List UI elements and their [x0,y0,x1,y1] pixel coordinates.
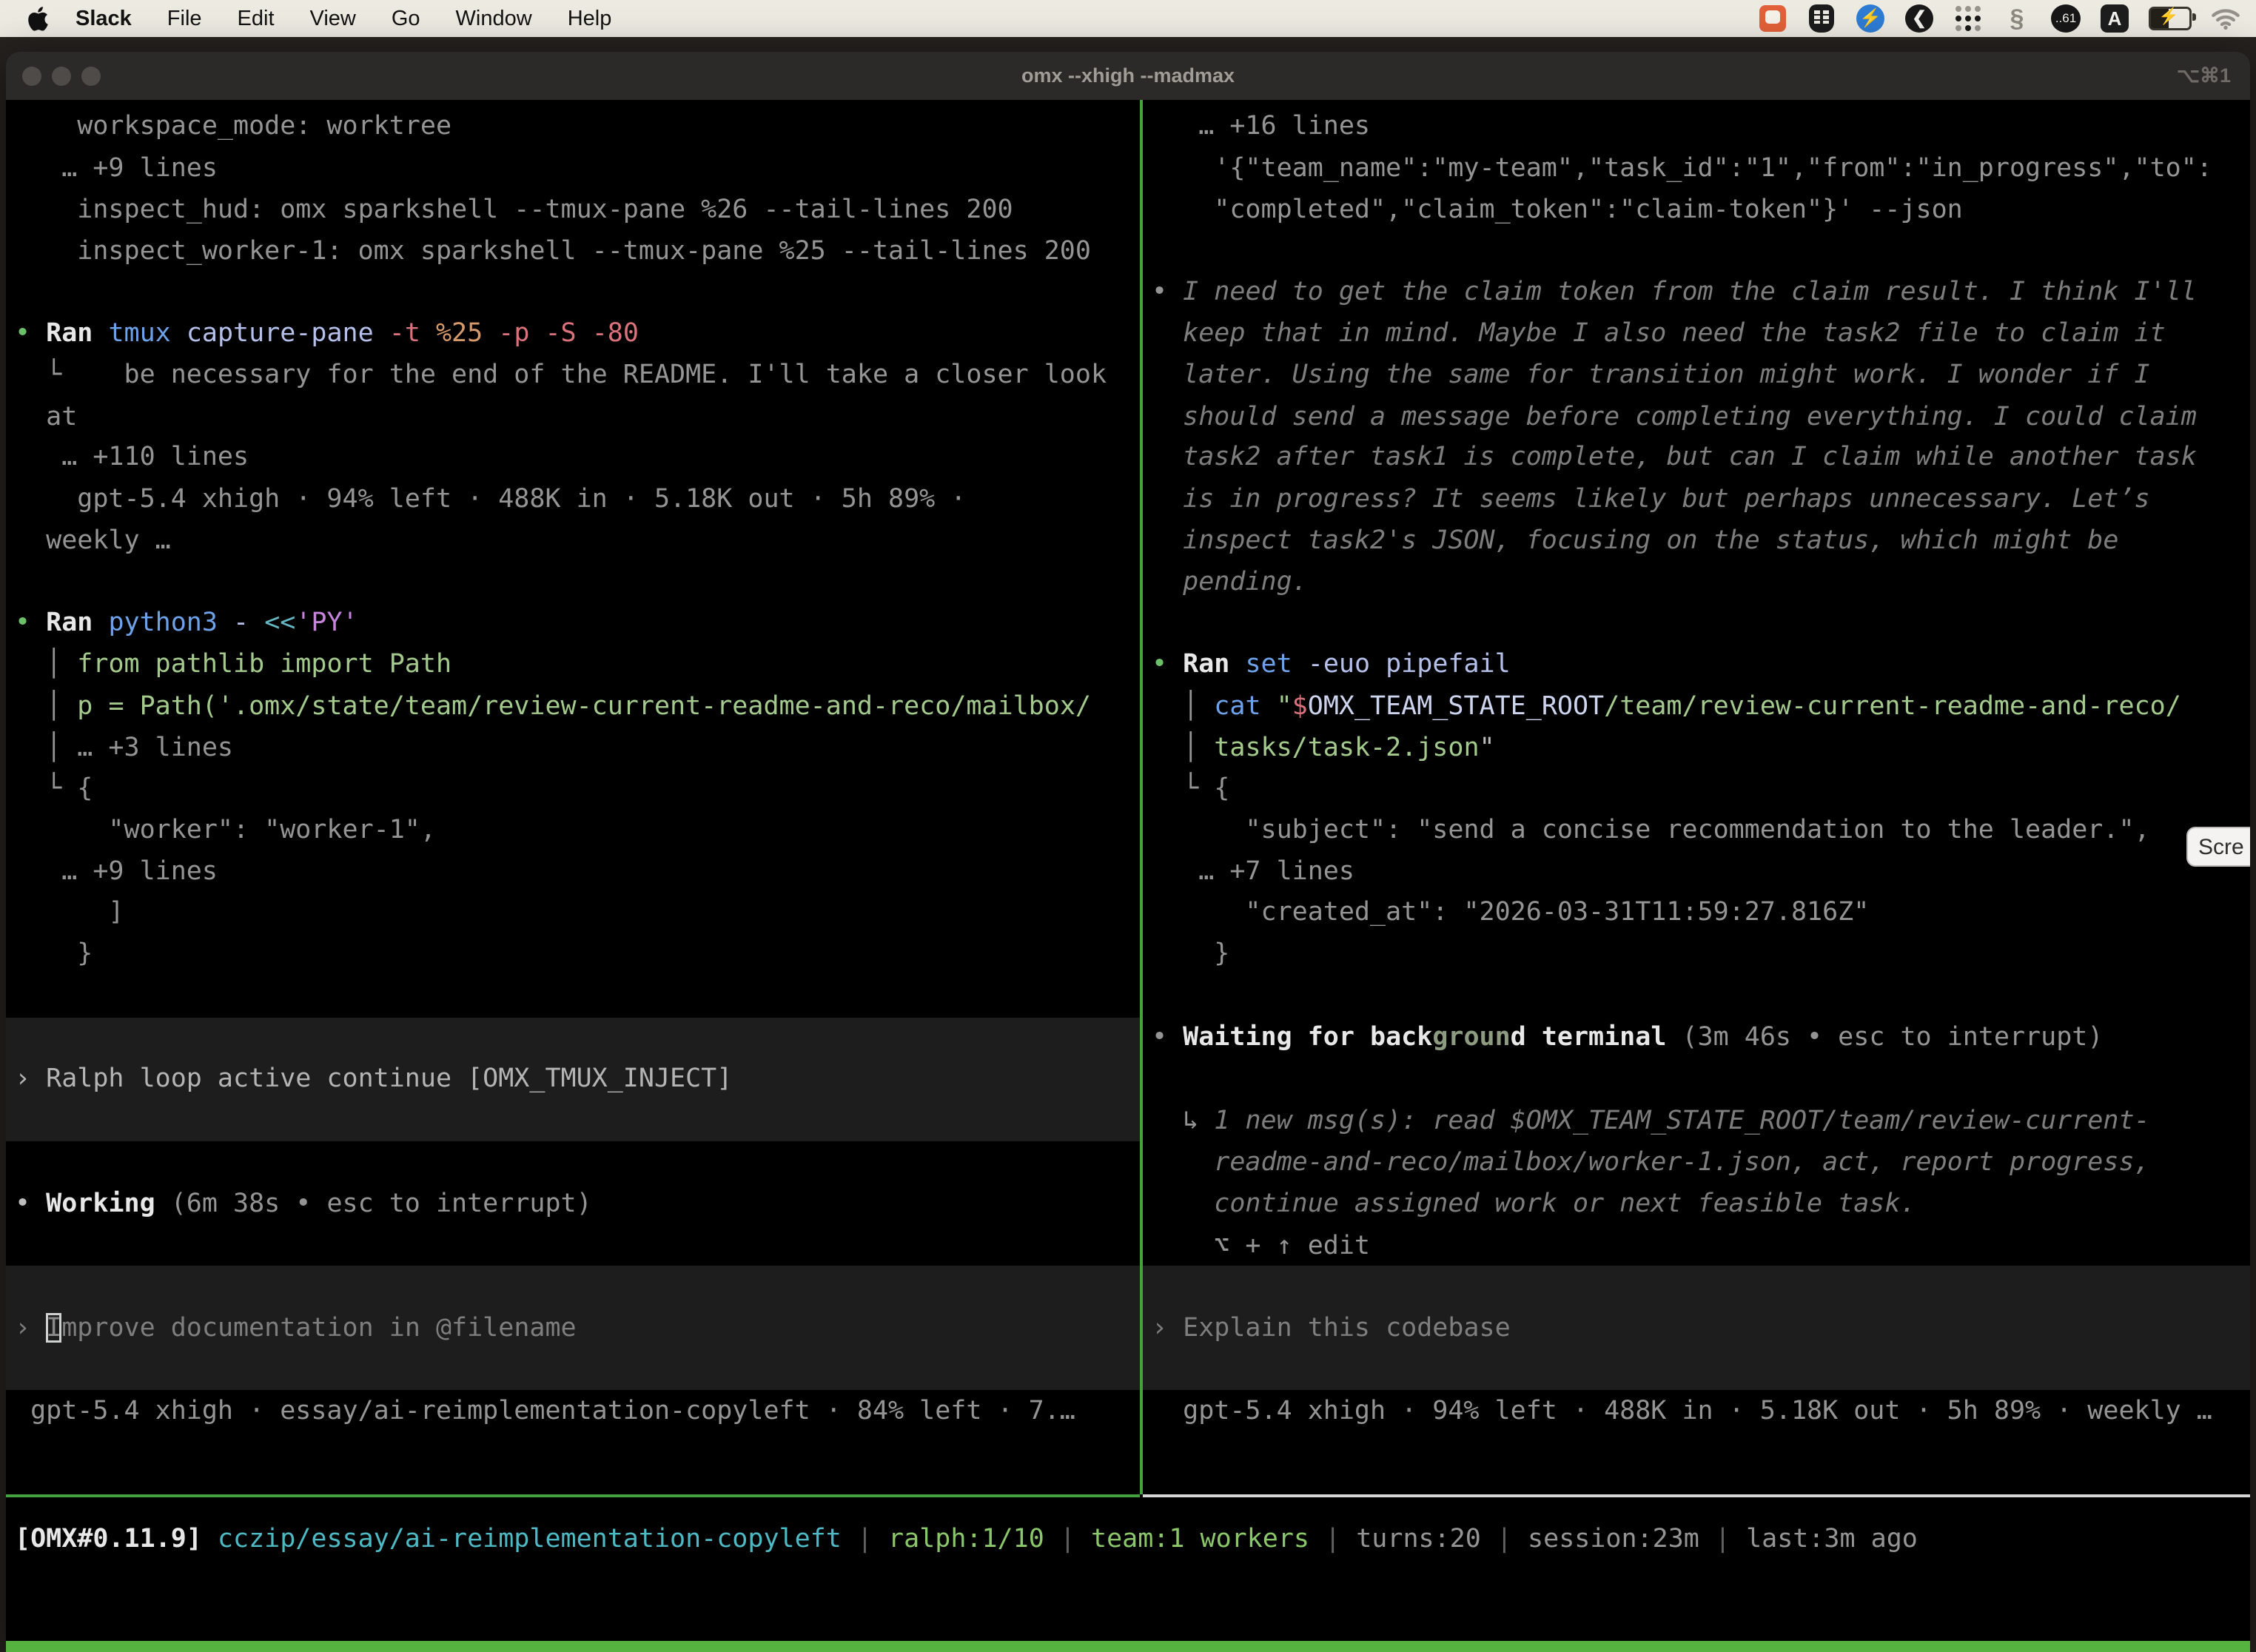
zap-badge-icon[interactable]: ⚡ [1855,3,1886,34]
privacy-shield-icon[interactable] [1806,3,1837,34]
terminal-line: │ from pathlib import Path [15,645,1140,682]
terminal-line: } [15,935,1140,972]
menu-status-icons: ⚡ ❮ § ..61 A [1757,3,2256,34]
desktop-screen: SlackFileEditViewGoWindowHelp ⚡ ❮ § ..61… [0,0,2256,1652]
window-title: omx --xhigh --madmax [6,52,2250,100]
terminal-line: │ tasks/task-2.json" [1152,729,2250,766]
tmux-pane-left[interactable]: workspace_mode: worktree … +9 lines insp… [6,100,1140,1494]
usage-badge-icon[interactable]: ..61 [2050,3,2081,34]
window-title-bar[interactable]: omx --xhigh --madmax ⌥⌘1 [6,52,2250,101]
menu-bar: SlackFileEditViewGoWindowHelp ⚡ ❮ § ..61… [0,0,2256,37]
terminal-line: inspect_worker-1: omx sparkshell --tmux-… [15,232,1140,269]
terminal-line: workspace_mode: worktree [15,107,1140,144]
terminal-line: • Ran python3 - <<'PY' [15,604,1140,641]
terminal-line: › Ralph loop active continue [OMX_TMUX_I… [15,1060,1140,1097]
terminal-line: at [15,398,1140,435]
terminal-line: "subject": "send a concise recommendatio… [1152,811,2250,848]
terminal-line: │ … +3 lines [15,729,1140,766]
menu-item-edit[interactable]: Edit [220,0,292,37]
terminal-line: │ cat "$OMX_TEAM_STATE_ROOT/team/review-… [1152,688,2250,725]
menu-item-help[interactable]: Help [550,0,630,37]
menu-item-window[interactable]: Window [438,0,550,37]
terminal-line: … +7 lines [1152,853,2250,890]
terminal-line: › Improve documentation in @filename [15,1309,1140,1346]
wifi-icon[interactable] [2210,3,2241,34]
tmux-status-bar: [omx-cczip0:bash* "MacBook-Pro-44.local"… [6,1641,2250,1652]
terminal-line: [OMX#0.11.9] cczip/essay/ai-reimplementa… [15,1520,2250,1557]
terminal-line: … +16 lines [1152,107,2250,144]
menu-item-slack[interactable]: Slack [58,0,150,37]
input-source-icon[interactable]: A [2099,3,2130,34]
terminal-line: gpt-5.4 xhigh · essay/ai-reimplementatio… [15,1392,1140,1429]
terminal-line: is in progress? It seems likely but perh… [1152,480,2250,517]
battery-icon[interactable] [2148,3,2192,34]
terminal-line: should send a message before completing … [1152,398,2250,435]
menu-items: SlackFileEditViewGoWindowHelp [58,0,629,37]
terminal-line: readme-and-reco/mailbox/worker-1.json, a… [1152,1144,2250,1181]
terminal-line: • I need to get the claim token from the… [1152,273,2250,310]
dark-circle-chevron-icon[interactable]: ❮ [1904,3,1935,34]
terminal-line: pending. [1152,563,2250,600]
apple-menu-icon[interactable] [27,4,52,33]
terminal-line: continue assigned work or next feasible … [1152,1185,2250,1222]
terminal-window: omx --xhigh --madmax ⌥⌘1 workspace_mode:… [6,52,2250,1652]
pane-divider-vertical [1140,100,1143,1494]
menu-item-view[interactable]: View [292,0,374,37]
terminal-line: └ { [1152,770,2250,807]
menu-item-file[interactable]: File [150,0,220,37]
terminal-line: ⌥ + ↑ edit [1152,1227,2250,1264]
terminal-line: gpt-5.4 xhigh · 94% left · 488K in · 5.1… [1152,1392,2250,1429]
terminal-line: '{"team_name":"my-team","task_id":"1","f… [1152,150,2250,187]
terminal-line: "completed","claim_token":"claim-token"}… [1152,191,2250,228]
terminal-line: … +110 lines [15,438,1140,475]
terminal-line: • Working (6m 38s • esc to interrupt) [15,1185,1140,1222]
notification-chat-icon[interactable] [1757,3,1788,34]
terminal-line: later. Using the same for transition mig… [1152,356,2250,393]
terminal-line: "worker": "worker-1", [15,811,1140,848]
terminal-line: } [1152,935,2250,972]
terminal-line: │ p = Path('.omx/state/team/review-curre… [15,688,1140,725]
terminal-line: inspect task2's JSON, focusing on the st… [1152,522,2250,559]
terminal-line: task2 after task1 is complete, but can I… [1152,438,2250,475]
tmux-pane-right[interactable]: … +16 lines '{"team_name":"my-team","tas… [1143,100,2250,1494]
terminal-line: └ { [15,770,1140,807]
terminal-line: inspect_hud: omx sparkshell --tmux-pane … [15,191,1140,228]
terminal-line: ↳ 1 new msg(s): read $OMX_TEAM_STATE_ROO… [1152,1102,2250,1139]
terminal-line: › Explain this codebase [1152,1309,2250,1346]
terminal-line: gpt-5.4 xhigh · 94% left · 488K in · 5.1… [15,480,1140,517]
omx-status-row: [OMX#0.11.9] cczip/essay/ai-reimplementa… [6,1497,2250,1605]
terminal-line: "created_at": "2026-03-31T11:59:27.816Z" [1152,893,2250,930]
terminal-content: workspace_mode: worktree … +9 lines insp… [6,100,2250,1652]
terminal-line: weekly … [15,522,1140,559]
terminal-line: … +9 lines [15,853,1140,890]
terminal-line: • Ran set -euo pipefail [1152,645,2250,682]
terminal-line: └ be necessary for the end of the README… [15,356,1140,393]
terminal-line: • Waiting for background terminal (3m 46… [1152,1018,2250,1055]
terminal-line: keep that in mind. Maybe I also need the… [1152,315,2250,352]
terminal-line: • Ran tmux capture-pane -t %25 -p -S -80 [15,315,1140,352]
app-grid-icon[interactable] [1953,3,1984,34]
terminal-line: … +9 lines [15,150,1140,187]
screen-share-overlay-button[interactable]: Scre [2186,827,2250,867]
text-cursor: I [46,1313,61,1343]
hook-utility-icon[interactable]: § [2001,3,2032,34]
menu-item-go[interactable]: Go [374,0,438,37]
window-shortcut-badge: ⌥⌘1 [2177,52,2231,100]
terminal-line: ] [15,893,1140,930]
